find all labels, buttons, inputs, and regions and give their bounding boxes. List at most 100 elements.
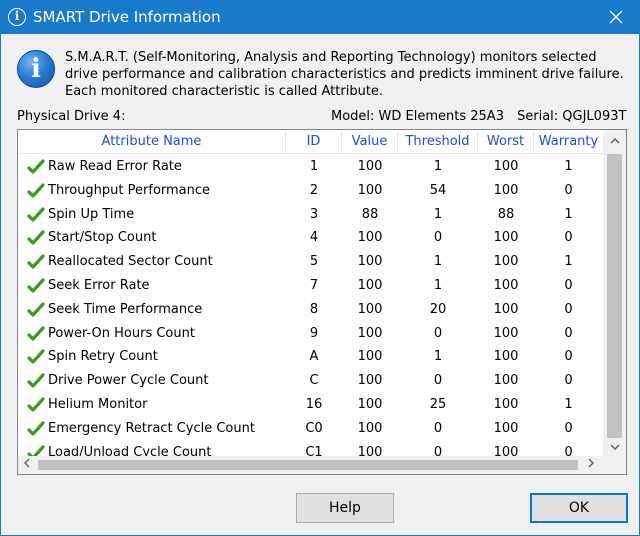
cell-id: 8 (309, 301, 319, 317)
column-header-id[interactable]: ID (286, 130, 342, 153)
cell-value: 100 (357, 349, 383, 365)
column-header-threshold[interactable]: Threshold (398, 130, 478, 153)
smart-dialog: i SMART Drive Information i S.M.A.R.T. (… (0, 0, 640, 536)
horizontal-scrollbar[interactable] (18, 456, 603, 474)
cell-warranty: 0 (564, 420, 573, 436)
horizontal-scroll-thumb[interactable] (38, 460, 578, 470)
cell-worst: 100 (493, 325, 519, 341)
table-row[interactable]: Start/Stop Count 4 100 0 100 0 (18, 226, 603, 250)
cell-warranty: 0 (564, 373, 573, 389)
cell-value: 100 (357, 278, 383, 293)
cell-attribute-name: Raw Read Error Rate (48, 159, 182, 174)
table-row[interactable]: Emergency Retract Cycle Count C0 100 0 100 0 (18, 417, 603, 441)
cell-threshold: 1 (433, 278, 443, 293)
cell-attribute-name: Drive Power Cycle Count (48, 373, 209, 389)
cell-threshold: 0 (433, 230, 443, 246)
cell-attribute-name: Spin Up Time (48, 206, 135, 222)
cell-id: 16 (305, 397, 323, 412)
attribute-rows: Raw Read Error Rate 1 100 1 100 1 Throughput P… (18, 155, 603, 458)
cell-value: 100 (357, 182, 383, 198)
cell-value: 100 (357, 325, 383, 341)
cell-warranty: 1 (564, 206, 573, 222)
cell-attribute-name: Power-On Hours Count (48, 325, 195, 341)
table-row[interactable]: Drive Power Cycle Count C 100 0 100 0 (18, 369, 603, 393)
column-header-warranty[interactable]: Warranty (534, 130, 603, 153)
cell-threshold: 1 (433, 254, 443, 270)
list-header: Attribute Name ID Value Threshold Worst … (18, 130, 603, 154)
cell-threshold: 0 (433, 325, 443, 341)
cell-worst: 100 (493, 373, 519, 389)
cell-warranty: 0 (564, 182, 573, 198)
cell-value: 100 (357, 397, 383, 412)
vertical-scrollbar[interactable] (603, 130, 626, 458)
title-bar[interactable]: i SMART Drive Information (1, 1, 639, 34)
column-header-value[interactable]: Value (342, 130, 398, 153)
cell-id: 2 (309, 182, 319, 198)
cell-worst: 100 (493, 301, 519, 317)
cell-worst: 100 (493, 278, 519, 293)
cell-worst: 100 (493, 159, 519, 174)
cell-value: 100 (357, 420, 383, 436)
cell-value: 100 (357, 301, 383, 317)
cell-threshold: 0 (433, 373, 443, 389)
window-title: SMART Drive Information (33, 8, 221, 26)
cell-value: 100 (357, 230, 383, 246)
info-icon: i (8, 8, 26, 26)
cell-attribute-name: Throughput Performance (48, 182, 211, 198)
physical-drive-label: Physical Drive 4: (17, 109, 126, 124)
table-row[interactable]: Throughput Performance 2 100 54 100 0 (18, 179, 603, 203)
table-row[interactable]: Helium Monitor 16 100 25 100 1 (18, 393, 603, 417)
cell-attribute-name: Seek Error Rate (48, 278, 150, 293)
table-row[interactable]: Seek Error Rate 7 100 1 100 0 (18, 274, 603, 298)
cell-attribute-name: Start/Stop Count (48, 230, 157, 246)
close-icon (609, 10, 623, 24)
cell-threshold: 0 (433, 420, 443, 436)
vertical-scroll-thumb[interactable] (607, 154, 622, 438)
table-row[interactable]: Reallocated Sector Count 5 100 1 100 1 (18, 250, 603, 274)
attribute-list[interactable]: Attribute Name ID Value Threshold Worst … (17, 129, 627, 475)
cell-worst: 88 (497, 206, 515, 222)
smart-description: S.M.A.R.T. (Self-Monitoring, Analysis an… (65, 50, 624, 99)
scroll-right-arrow-icon[interactable] (582, 454, 600, 474)
cell-id: 9 (309, 325, 319, 341)
scroll-left-arrow-icon[interactable] (18, 454, 36, 474)
help-button[interactable]: Help (296, 493, 394, 523)
table-row[interactable]: Seek Time Performance 8 100 20 100 0 (18, 298, 603, 322)
ok-button[interactable]: OK (530, 493, 628, 523)
close-button[interactable] (593, 1, 639, 34)
cell-id: 3 (309, 206, 319, 222)
model-label: Model: WD Elements 25A3 (331, 109, 504, 124)
cell-id: C (309, 373, 319, 389)
cell-threshold: 20 (429, 301, 447, 317)
cell-id: A (309, 349, 319, 365)
cell-threshold: 54 (429, 182, 447, 198)
cell-threshold: 1 (433, 349, 443, 365)
cell-warranty: 0 (564, 349, 573, 365)
scroll-down-arrow-icon[interactable] (603, 436, 626, 458)
cell-warranty: 0 (564, 301, 573, 317)
cell-worst: 100 (493, 349, 519, 365)
column-header-attribute-name[interactable]: Attribute Name (18, 130, 286, 153)
scroll-up-arrow-icon[interactable] (603, 130, 626, 152)
cell-warranty: 1 (564, 397, 573, 412)
table-row[interactable]: Raw Read Error Rate 1 100 1 100 1 (18, 155, 603, 179)
cell-attribute-name: Helium Monitor (48, 397, 148, 412)
column-header-worst[interactable]: Worst (478, 130, 534, 153)
table-row[interactable]: Spin Retry Count A 100 1 100 0 (18, 345, 603, 369)
cell-worst: 100 (493, 230, 519, 246)
cell-worst: 100 (493, 254, 519, 270)
table-row[interactable]: Power-On Hours Count 9 100 0 100 0 (18, 322, 603, 346)
cell-threshold: 1 (433, 159, 443, 174)
serial-label: Serial: QGJL093T (517, 109, 627, 124)
table-row[interactable]: Spin Up Time 3 88 1 88 1 (18, 203, 603, 227)
cell-attribute-name: Seek Time Performance (48, 301, 203, 317)
cell-attribute-name: Reallocated Sector Count (48, 254, 213, 270)
cell-threshold: 25 (429, 397, 447, 412)
cell-id: 4 (309, 230, 319, 246)
cell-id: 5 (309, 254, 319, 270)
cell-warranty: 1 (564, 254, 573, 270)
cell-id: 7 (309, 278, 319, 293)
cell-id: 1 (309, 159, 319, 174)
cell-value: 88 (361, 206, 379, 222)
cell-worst: 100 (493, 397, 519, 412)
